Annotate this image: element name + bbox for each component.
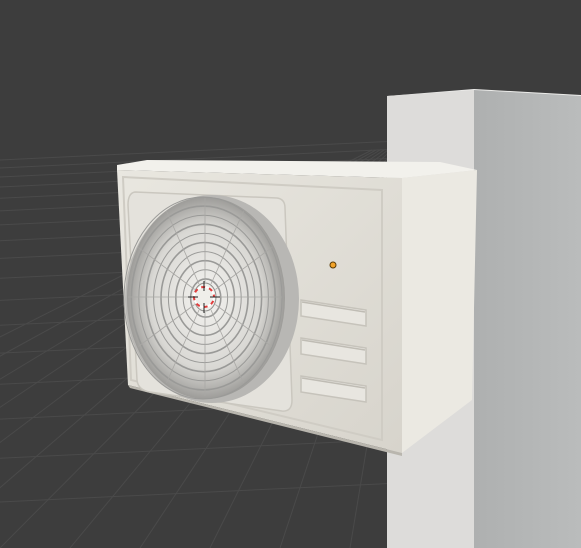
ac-unit[interactable]: [117, 160, 477, 456]
scene-canvas[interactable]: [0, 0, 581, 548]
wall-pillar-side: [474, 90, 581, 548]
ac-vents: [300, 299, 367, 403]
3d-viewport[interactable]: [0, 0, 581, 548]
object-origin-dot: [329, 261, 337, 269]
